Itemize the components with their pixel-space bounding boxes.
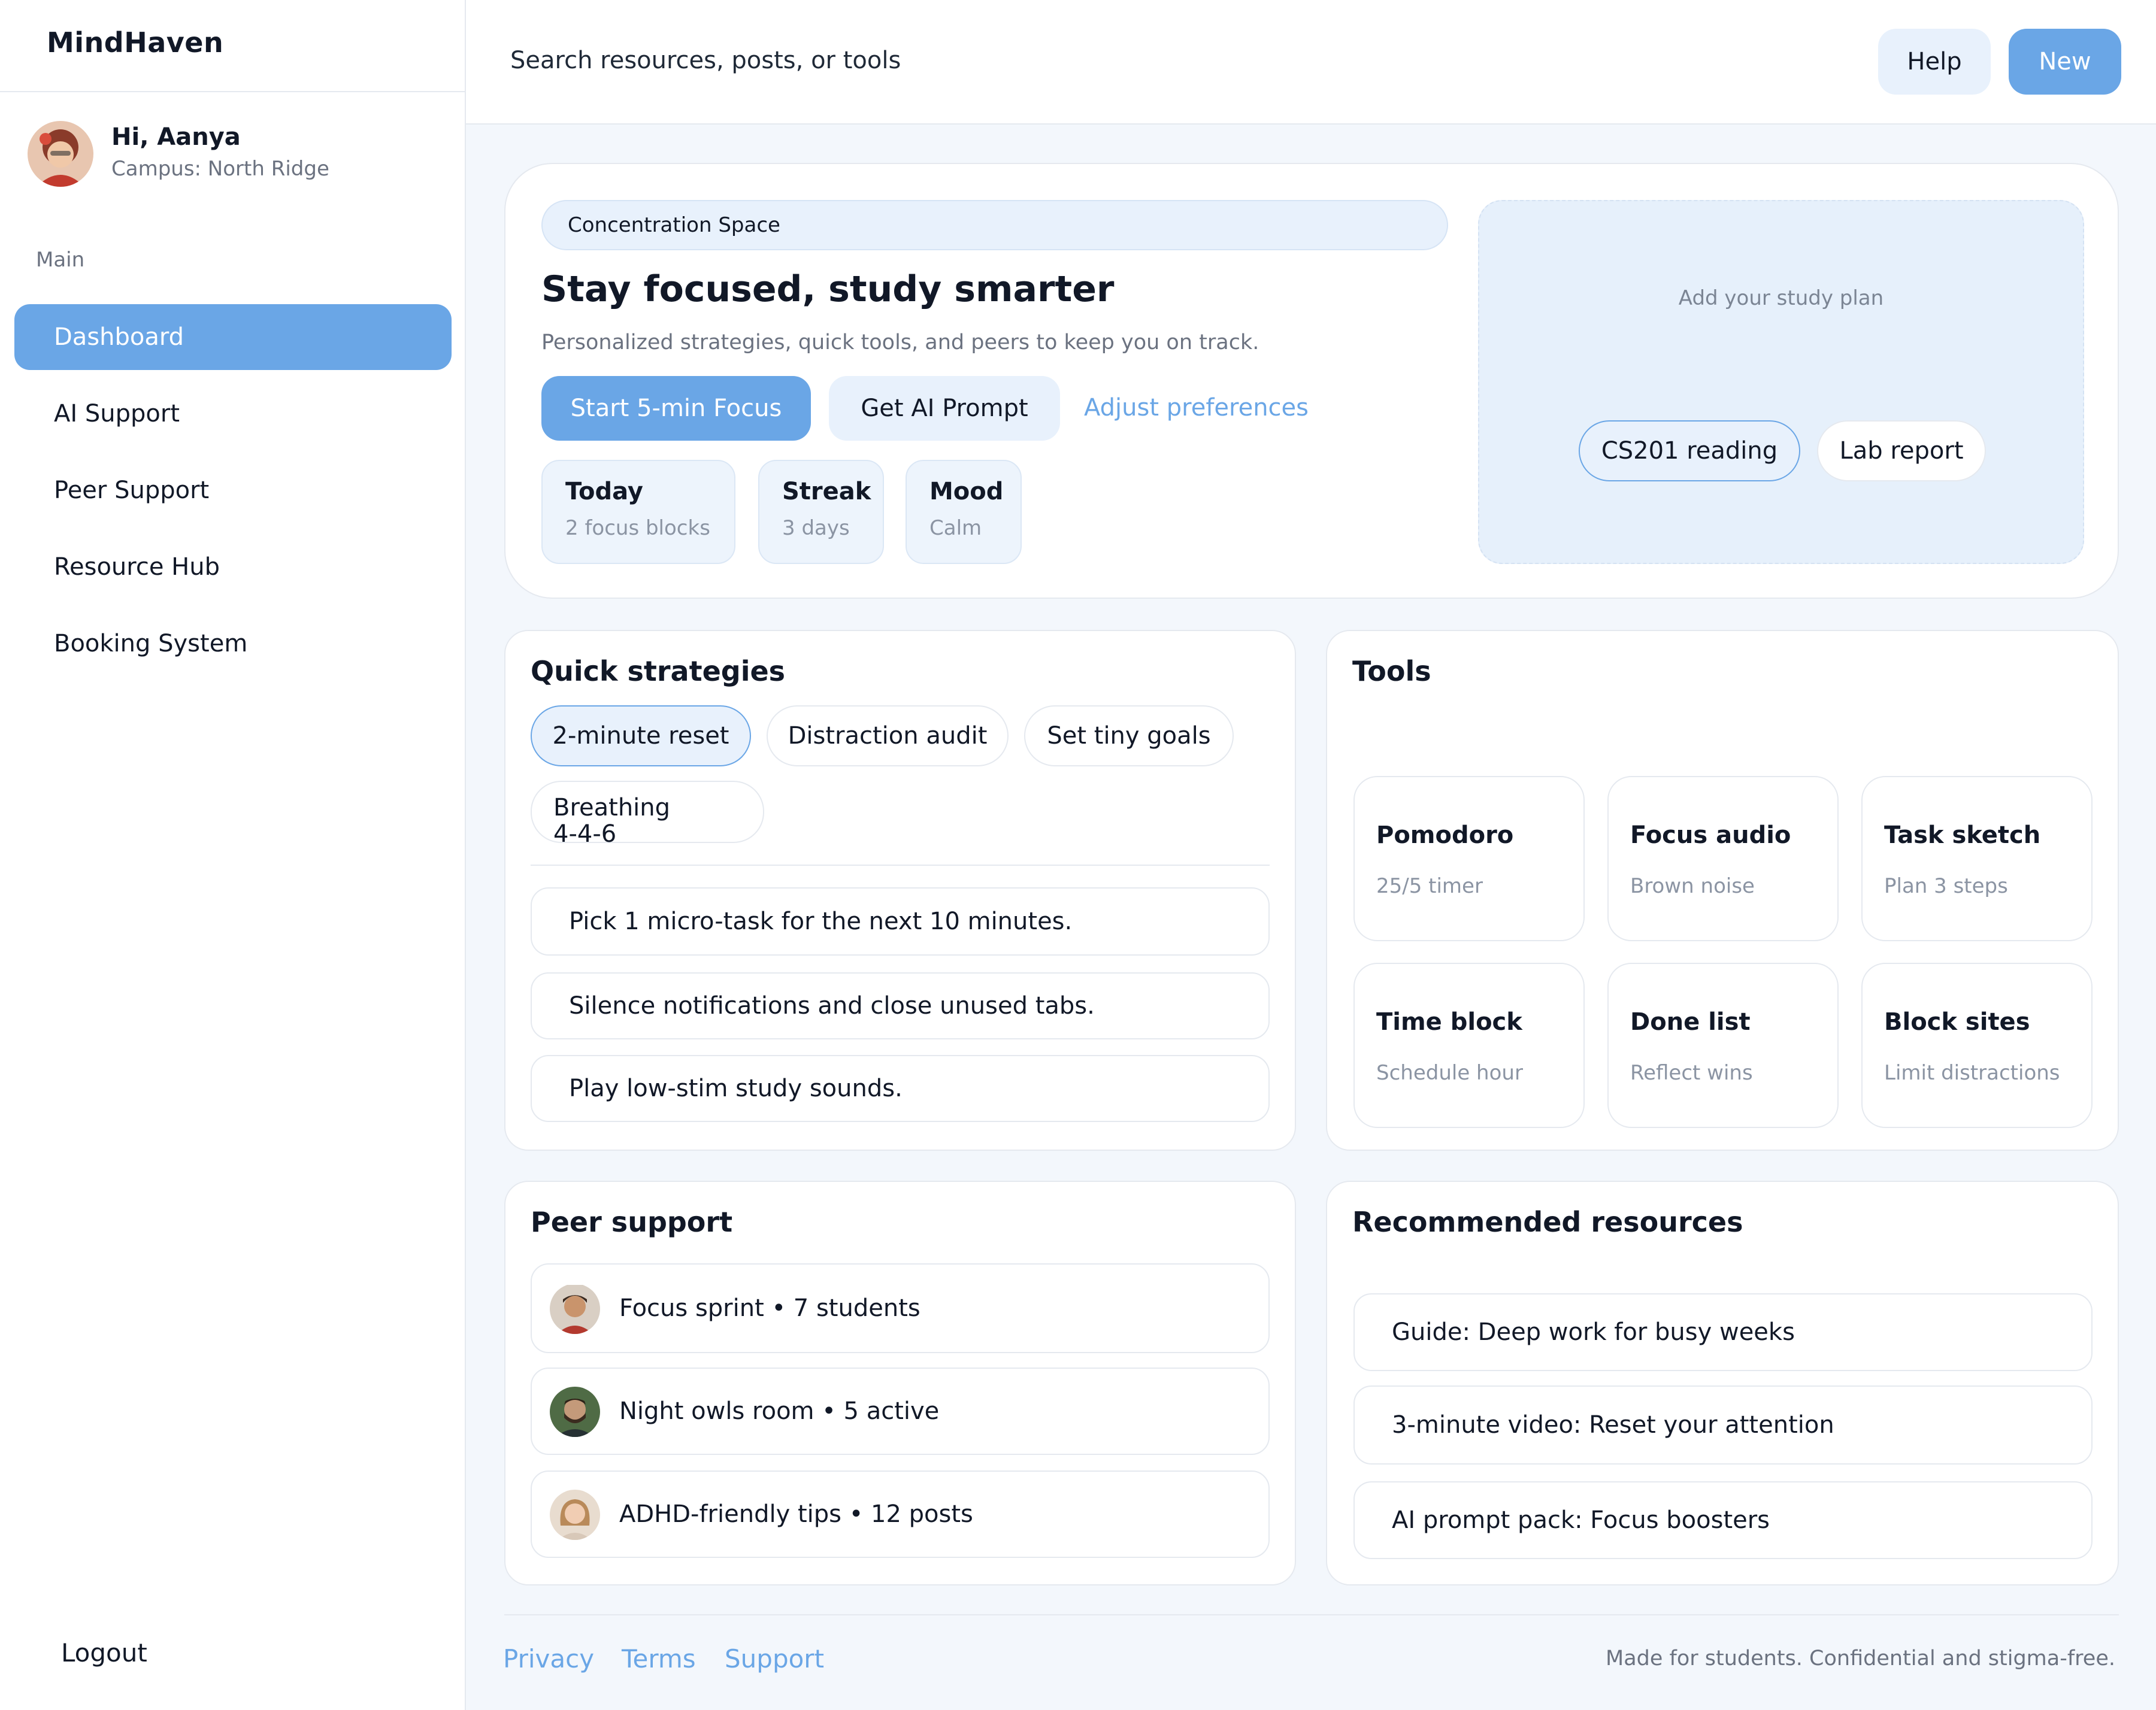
sidebar-item-resource-hub[interactable]: Resource Hub [14,534,452,600]
tool-title: Block sites [1884,1008,2030,1036]
tool-title: Time block [1376,1008,1522,1036]
stat-value: 2 focus blocks [565,516,710,540]
peer-avatar [550,1284,600,1334]
tool-subtitle: Limit distractions [1884,1061,2060,1085]
top-bar: Search resources, posts, or tools Help N… [466,0,2156,125]
stat-mood: Mood Calm [906,460,1022,564]
stat-streak: Streak 3 days [758,460,884,564]
hero-subtitle: Personalized strategies, quick tools, an… [541,331,1259,354]
tool-time-block[interactable]: Time block Schedule hour [1353,963,1585,1128]
tool-subtitle: Plan 3 steps [1884,874,2008,898]
study-plan-prompt: Add your study plan [1678,286,1884,310]
stat-title: Today [565,478,643,505]
resource-row[interactable]: AI prompt pack: Focus boosters [1353,1481,2093,1559]
tool-task-sketch[interactable]: Task sketch Plan 3 steps [1861,776,2093,941]
recommended-resources-card: Recommended resources Guide: Deep work f… [1326,1181,2119,1585]
sidebar-item-ai-support[interactable]: AI Support [14,381,452,447]
strategy-row[interactable]: Pick 1 micro-task for the next 10 minute… [531,887,1270,956]
tool-block-sites[interactable]: Block sites Limit distractions [1861,963,2093,1128]
tool-done-list[interactable]: Done list Reflect wins [1607,963,1839,1128]
brand-logo[interactable]: MindHaven [47,26,223,59]
user-greeting: Hi, Aanya [111,123,241,151]
tool-title: Pomodoro [1376,821,1514,849]
footer-note: Made for students. Confidential and stig… [1606,1647,2115,1670]
peer-support-card: Peer support Focus sprint • 7 students N… [504,1181,1296,1585]
hero-card: Concentration Space Stay focused, study … [504,163,2119,599]
sidebar-item-peer-support[interactable]: Peer Support [14,457,452,523]
peer-row-label: ADHD-friendly tips • 12 posts [619,1500,973,1528]
plan-chip-cs201[interactable]: CS201 reading [1579,420,1800,481]
divider [531,865,1270,866]
tool-subtitle: Reflect wins [1630,1061,1753,1085]
section-title: Peer support [531,1206,733,1238]
tool-pomodoro[interactable]: Pomodoro 25/5 timer [1353,776,1585,941]
stat-title: Mood [929,478,1004,505]
section-title: Tools [1352,655,1431,687]
chip-label: Breathing [553,794,671,821]
help-button[interactable]: Help [1878,29,1991,95]
stat-title: Streak [782,478,871,505]
footer-link-privacy[interactable]: Privacy [503,1644,594,1673]
logout-button[interactable]: Logout [61,1638,147,1667]
peer-row[interactable]: ADHD-friendly tips • 12 posts [531,1471,1270,1558]
footer-link-support[interactable]: Support [725,1644,824,1673]
start-focus-button[interactable]: Start 5-min Focus [541,376,811,441]
stat-today: Today 2 focus blocks [541,460,735,564]
resource-row[interactable]: 3-minute video: Reset your attention [1353,1385,2093,1465]
tool-title: Task sketch [1884,821,2041,849]
nav-section-label: Main [36,248,85,272]
tools-card: Tools Pomodoro 25/5 timer Focus audio Br… [1326,630,2119,1151]
peer-avatar [550,1490,600,1540]
strategy-chip-distraction-audit[interactable]: Distraction audit [767,705,1009,766]
adjust-preferences-link[interactable]: Adjust preferences [1084,394,1309,422]
peer-avatar [550,1387,600,1437]
resource-row[interactable]: Guide: Deep work for busy weeks [1353,1293,2093,1371]
quick-strategies-card: Quick strategies 2-minute reset Distract… [504,630,1296,1151]
tool-subtitle: Schedule hour [1376,1061,1523,1085]
sidebar-divider [0,91,465,92]
search-input[interactable]: Search resources, posts, or tools [510,47,901,74]
sidebar-item-booking-system[interactable]: Booking System [14,611,452,677]
user-avatar[interactable] [28,121,93,187]
tool-title: Done list [1630,1008,1751,1036]
tool-title: Focus audio [1630,821,1791,849]
peer-row-label: Night owls room • 5 active [619,1397,940,1425]
strategy-chip-set-tiny-goals[interactable]: Set tiny goals [1024,705,1234,766]
strategy-chip-2-minute-reset[interactable]: 2-minute reset [531,705,751,766]
stat-value: 3 days [782,516,850,540]
sidebar-item-dashboard[interactable]: Dashboard [14,304,452,370]
peer-row-label: Focus sprint • 7 students [619,1294,920,1322]
user-campus: Campus: North Ridge [111,157,329,181]
hero-title: Stay focused, study smarter [541,268,1115,310]
footer-link-terms[interactable]: Terms [622,1644,696,1673]
section-title: Recommended resources [1352,1206,1743,1238]
study-plan-dropzone[interactable]: Add your study plan CS201 reading Lab re… [1478,200,2084,564]
tool-subtitle: Brown noise [1630,874,1755,898]
tool-subtitle: 25/5 timer [1376,874,1483,898]
new-button[interactable]: New [2009,29,2121,95]
strategy-row[interactable]: Play low-stim study sounds. [531,1055,1270,1122]
chip-label: 4-4-6 [553,820,617,848]
strategy-row[interactable]: Silence notifications and close unused t… [531,972,1270,1039]
tool-focus-audio[interactable]: Focus audio Brown noise [1607,776,1839,941]
section-title: Quick strategies [531,655,786,687]
peer-row[interactable]: Night owls room • 5 active [531,1368,1270,1455]
strategy-chip-breathing[interactable]: Breathing 4-4-6 [531,781,764,848]
peer-row[interactable]: Focus sprint • 7 students [531,1263,1270,1353]
sidebar: MindHaven Hi, Aanya Campus: North Ridge … [0,0,466,1710]
plan-chip-lab-report[interactable]: Lab report [1817,420,1986,481]
stat-value: Calm [929,516,982,540]
footer-divider [504,1614,2119,1615]
hero-tag: Concentration Space [541,200,1448,250]
get-ai-prompt-button[interactable]: Get AI Prompt [829,376,1060,441]
